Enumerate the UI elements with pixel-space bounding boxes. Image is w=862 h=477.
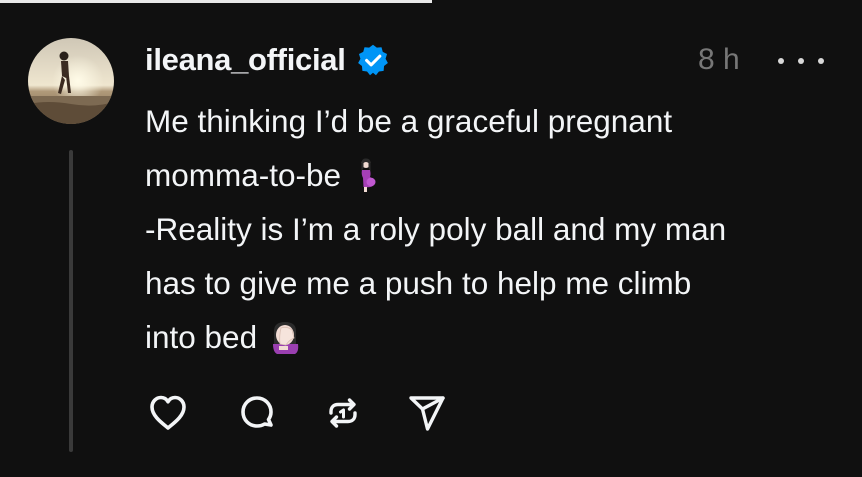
post-text-line: momma-to-be <box>145 148 835 202</box>
username[interactable]: ileana_official <box>145 42 346 78</box>
woman-facepalming-emoji <box>267 320 303 354</box>
post-text-line-2: momma-to-be <box>145 157 342 193</box>
comment-icon <box>241 396 273 428</box>
like-button[interactable] <box>146 391 190 435</box>
more-options-icon-dot <box>818 58 824 64</box>
post-text-line-3: -Reality is I’m a roly poly ball and my … <box>145 211 727 247</box>
post-text-line: Me thinking I’d be a graceful pregnant <box>145 94 835 148</box>
thread-line <box>69 150 73 452</box>
more-options-icon-dot <box>798 58 804 64</box>
avatar[interactable] <box>28 38 114 124</box>
reply-button[interactable] <box>235 391 279 435</box>
avatar-image <box>28 38 114 124</box>
post-text: Me thinking I’d be a graceful pregnant m… <box>145 94 835 364</box>
post-header: ileana_official <box>145 40 390 80</box>
more-options-button[interactable] <box>778 44 824 78</box>
post-text-line: has to give me a push to help me climb <box>145 256 835 310</box>
send-icon <box>409 396 445 431</box>
thread-post: ileana_official 8 h Me thinking I’d be a… <box>0 0 862 477</box>
heart-icon <box>150 395 186 430</box>
post-text-line-4: has to give me a push to help me climb <box>145 265 692 301</box>
post-text-line-5: into bed <box>145 319 258 355</box>
post-text-line: -Reality is I’m a roly poly ball and my … <box>145 202 835 256</box>
verified-badge-icon <box>356 43 390 77</box>
more-options-icon-dot <box>778 58 784 64</box>
repost-icon <box>329 398 357 428</box>
post-actions <box>146 391 449 435</box>
post-text-line: into bed <box>145 310 835 364</box>
timestamp: 8 h <box>698 43 740 76</box>
share-button[interactable] <box>405 391 449 435</box>
post-text-line-1: Me thinking I’d be a graceful pregnant <box>145 103 673 139</box>
repost-button[interactable] <box>321 391 365 435</box>
pregnant-woman-emoji <box>351 158 381 192</box>
